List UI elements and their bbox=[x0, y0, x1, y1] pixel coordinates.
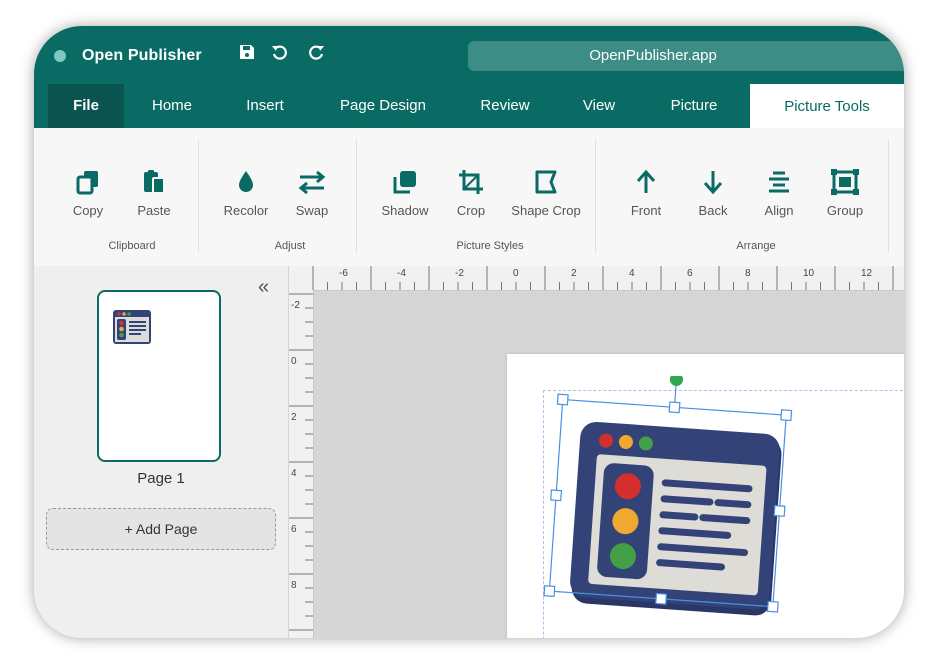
align-button[interactable]: Align bbox=[747, 168, 811, 218]
resize-handle-top-left bbox=[556, 393, 569, 406]
group-button[interactable]: Group bbox=[813, 168, 877, 218]
selection-handles[interactable] bbox=[529, 376, 889, 636]
group-label-adjust: Adjust bbox=[274, 240, 306, 252]
undo-icon[interactable] bbox=[268, 43, 290, 65]
rotate-handle bbox=[669, 376, 684, 386]
shape-crop-button[interactable]: Shape Crop bbox=[506, 168, 586, 218]
arrow-down-icon bbox=[703, 171, 723, 195]
tab-picture-tools[interactable]: Picture Tools bbox=[750, 84, 904, 130]
paste-label: Paste bbox=[137, 203, 171, 218]
back-label: Back bbox=[698, 203, 728, 218]
ruler-label: 10 bbox=[803, 268, 815, 279]
tab-insert[interactable]: Insert bbox=[232, 84, 298, 128]
swap-button[interactable]: Swap bbox=[280, 168, 344, 218]
tab-page-design[interactable]: Page Design bbox=[327, 84, 439, 128]
resize-handle-bottom-right bbox=[766, 600, 779, 613]
shape-crop-label: Shape Crop bbox=[511, 203, 581, 218]
swap-icon bbox=[298, 170, 326, 195]
ruler-label: 0 bbox=[291, 356, 297, 367]
horizontal-ruler: -6 -4 -2 0 2 4 6 8 10 12 bbox=[289, 266, 904, 291]
ruler-label: -2 bbox=[291, 300, 300, 311]
group-label-arrange: Arrange bbox=[736, 240, 776, 252]
shape-crop-icon bbox=[535, 170, 557, 194]
group-divider bbox=[595, 140, 596, 252]
resize-handle-left bbox=[550, 489, 563, 502]
copy-label: Copy bbox=[72, 203, 104, 218]
thumbnail-picture-icon bbox=[113, 310, 151, 344]
crop-label: Crop bbox=[456, 203, 486, 218]
tab-file[interactable]: File bbox=[48, 84, 124, 128]
paste-button[interactable]: Paste bbox=[122, 168, 186, 218]
app-logo-icon bbox=[54, 50, 66, 62]
send-back-button[interactable]: Back bbox=[681, 168, 745, 218]
align-icon bbox=[769, 171, 789, 193]
ruler-label: 6 bbox=[291, 524, 297, 535]
ruler-label: -2 bbox=[455, 268, 464, 279]
tab-picture[interactable]: Picture bbox=[656, 84, 732, 128]
pages-panel: « Page 1 + Add Page bbox=[34, 266, 289, 638]
tab-review[interactable]: Review bbox=[470, 84, 540, 128]
app-name: Open Publisher bbox=[82, 47, 202, 64]
add-page-button[interactable]: + Add Page bbox=[46, 508, 276, 550]
tab-home[interactable]: Home bbox=[137, 84, 207, 128]
front-label: Front bbox=[630, 203, 662, 218]
resize-handle-right bbox=[773, 504, 786, 517]
resize-handle-top-right bbox=[780, 409, 793, 422]
align-label: Align bbox=[764, 203, 794, 218]
group-divider bbox=[198, 140, 199, 252]
ruler-label: 2 bbox=[291, 412, 297, 423]
address-bar[interactable]: OpenPublisher.app bbox=[468, 41, 904, 71]
ruler-label: 12 bbox=[861, 268, 873, 279]
group-divider bbox=[356, 140, 357, 252]
group-label: Group bbox=[826, 203, 864, 218]
page-label: Page 1 bbox=[137, 470, 185, 487]
collapse-panel-button[interactable]: « bbox=[258, 276, 269, 299]
save-icon[interactable] bbox=[236, 43, 258, 65]
canvas-area[interactable]: -6 -4 -2 0 2 4 6 8 10 12 -2 0 2 4 6 8 bbox=[289, 266, 904, 638]
ruler-label: 2 bbox=[571, 268, 577, 279]
group-divider bbox=[888, 140, 889, 252]
crop-button[interactable]: Crop bbox=[439, 168, 503, 218]
ruler-label: 6 bbox=[687, 268, 693, 279]
ruler-label: 4 bbox=[291, 468, 297, 479]
ribbon-tabs: File Home Insert Page Design Review View… bbox=[34, 84, 904, 130]
shadow-button[interactable]: Shadow bbox=[373, 168, 437, 218]
resize-handle-top bbox=[668, 401, 681, 414]
bring-front-button[interactable]: Front bbox=[614, 168, 678, 218]
ruler-label: 0 bbox=[513, 268, 519, 279]
ruler-label: 8 bbox=[291, 580, 297, 591]
resize-handle-bottom bbox=[655, 592, 668, 605]
copy-icon bbox=[76, 171, 98, 195]
ruler-label: 4 bbox=[629, 268, 635, 279]
arrow-up-icon bbox=[636, 169, 656, 193]
copy-button[interactable]: Copy bbox=[56, 168, 120, 218]
recolor-button[interactable]: Recolor bbox=[214, 168, 278, 218]
group-icon bbox=[831, 169, 859, 195]
swap-label: Swap bbox=[295, 203, 329, 218]
ruler-label: -4 bbox=[397, 268, 406, 279]
paste-icon bbox=[144, 170, 165, 194]
ruler-label: -6 bbox=[339, 268, 348, 279]
page-thumbnail[interactable] bbox=[97, 290, 221, 462]
recolor-icon bbox=[239, 171, 253, 192]
app-window: Open Publisher OpenPublisher.app File Ho… bbox=[34, 26, 904, 638]
tab-view[interactable]: View bbox=[574, 84, 624, 128]
ruler-label: 8 bbox=[745, 268, 751, 279]
recolor-label: Recolor bbox=[223, 203, 269, 218]
title-bar: Open Publisher OpenPublisher.app bbox=[34, 26, 904, 84]
group-label-clipboard: Clipboard bbox=[108, 240, 156, 252]
shadow-label: Shadow bbox=[381, 203, 429, 218]
group-label-picture-styles: Picture Styles bbox=[456, 240, 524, 252]
redo-icon[interactable] bbox=[306, 43, 328, 65]
crop-icon bbox=[459, 170, 483, 194]
shadow-icon bbox=[393, 171, 416, 194]
ribbon: Copy Paste Clipboard Recolor Swap Adjust… bbox=[34, 128, 904, 267]
resize-handle-bottom-left bbox=[543, 585, 556, 598]
vertical-ruler: -2 0 2 4 6 8 bbox=[289, 290, 314, 638]
